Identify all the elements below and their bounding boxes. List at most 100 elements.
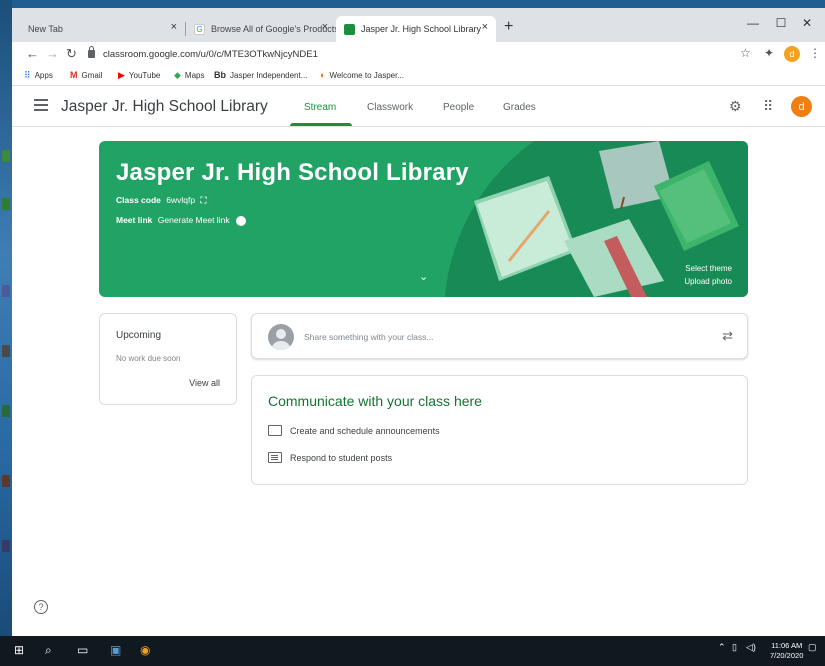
active-tab-indicator [290,123,352,126]
star-icon[interactable]: ☆ [740,46,751,60]
class-code-row: Class code 6wvlqfp ⛶ [116,195,206,206]
upload-photo-link[interactable]: Upload photo [684,277,732,286]
tab-label: Jasper Jr. High School Library [361,24,482,34]
system-clock[interactable]: 11:06 AM 7/20/2020 [770,641,803,661]
tab-strip: New Tab × G Browse All of Google's Produ… [12,8,825,42]
tab-label: New Tab [28,24,63,34]
chevron-down-icon[interactable]: ⌄ [419,270,428,283]
tab-new-tab[interactable]: New Tab × [20,16,185,42]
classroom-header: Jasper Jr. High School Library Stream Cl… [12,86,825,127]
lock-icon [88,46,95,58]
menu-dots-icon[interactable]: ⋮ [809,46,821,60]
jasper-logo-icon: ◐ [320,70,326,80]
url-text: classroom.google.com/u/0/c/MTE3OTkwNjcyN… [103,48,318,60]
select-theme-link[interactable]: Select theme [685,264,732,273]
extensions-icon[interactable]: ✦ [764,46,774,60]
windows-start-icon[interactable]: ⊞ [14,643,24,657]
notifications-icon[interactable]: ▢ [808,642,817,653]
share-placeholder[interactable]: Share something with your class... [304,332,433,342]
respond-row: Respond to student posts [268,452,392,463]
tab-stream[interactable]: Stream [304,102,336,113]
bookmark-label: Welcome to Jasper... [329,70,404,80]
settings-gear-icon[interactable]: ⚙ [729,98,742,115]
class-banner: Jasper Jr. High School Library Class cod… [99,141,748,297]
fullscreen-icon[interactable]: ⛶ [200,195,206,205]
comment-icon [268,425,282,436]
class-title[interactable]: Jasper Jr. High School Library [61,98,268,116]
windows-taskbar: ⊞ ⌕ ▭ ▣ ◉ ⌃ ▯ ◁) 11:06 AM 7/20/2020 ▢ [0,636,825,666]
bookmark-label: Apps [34,71,53,80]
respond-text: Respond to student posts [290,452,393,463]
tab-classwork[interactable]: Classwork [367,102,413,113]
communicate-card: Communicate with your class here Create … [251,375,748,485]
forward-arrow-icon[interactable]: → [46,46,59,61]
meet-link-label: Meet link [116,215,153,225]
user-avatar-icon [268,324,294,350]
bookmark-apps[interactable]: ⠿ Apps [24,70,53,81]
outlook-icon[interactable]: ▣ [110,643,121,657]
tab-label: Browse All of Google's Products [211,24,336,34]
address-bar[interactable]: classroom.google.com/u/0/c/MTE3OTkwNjcyN… [88,45,734,63]
apps-grid-icon: ⠿ [24,70,31,80]
desktop-icon[interactable] [2,475,10,487]
class-code-label: Class code [116,195,161,205]
chrome-icon[interactable]: ◉ [140,643,150,657]
clock-time: 11:06 AM [771,641,803,650]
desktop-icon[interactable] [2,405,10,417]
desktop-icon[interactable] [2,150,10,162]
desktop-icon[interactable] [2,345,10,357]
search-icon[interactable]: ⌕ [45,643,52,658]
volume-icon[interactable]: ◁) [746,642,756,653]
bookmark-label: Jasper Independent... [230,70,308,80]
bookmark-youtube[interactable]: ▶ YouTube [118,70,160,81]
upcoming-title: Upcoming [116,330,162,341]
desktop-icon[interactable] [2,198,10,210]
upcoming-card: Upcoming No work due soon View all [99,313,237,405]
main-menu-icon[interactable] [34,99,48,114]
bookmark-jasper-independent[interactable]: Bb Jasper Independent... [214,70,307,80]
share-box[interactable]: Share something with your class... ⇄ [251,313,748,359]
help-icon[interactable]: ? [34,600,48,614]
reload-icon[interactable]: ↻ [66,46,77,62]
browser-toolbar: ← → ↻ classroom.google.com/u/0/c/MTE3OTk… [12,42,825,66]
announcement-text: Create and schedule announcements [290,425,440,436]
back-arrow-icon[interactable]: ← [26,46,39,61]
bookmark-label: YouTube [128,71,161,80]
generate-meet-link[interactable]: Generate Meet link [158,215,230,225]
bookmark-label: Gmail [81,70,103,80]
task-view-icon[interactable]: ▭ [77,643,88,657]
bookmark-maps[interactable]: ◆ Maps [174,70,204,81]
tab-people[interactable]: People [443,102,474,113]
blackboard-icon: Bb [214,70,226,80]
view-all-link[interactable]: View all [189,378,220,388]
info-icon[interactable] [235,215,246,226]
desktop-background [0,0,12,636]
close-icon[interactable]: × [171,21,177,33]
clock-date: 7/20/2020 [770,651,804,660]
bookmark-welcome-jasper[interactable]: ◐ Welcome to Jasper... [320,70,404,80]
window-close-button[interactable]: ✕ [789,12,825,34]
tab-classroom[interactable]: Jasper Jr. High School Library × [336,16,496,42]
tab-grades[interactable]: Grades [503,102,536,113]
account-avatar[interactable]: d [791,96,812,117]
bookmark-gmail[interactable]: M Gmail [70,70,102,80]
close-icon[interactable]: × [322,21,328,33]
upcoming-subtitle: No work due soon [116,354,181,363]
youtube-icon: ▶ [118,70,125,80]
network-icon[interactable]: ▯ [732,642,737,653]
close-icon[interactable]: × [482,21,488,33]
bookmark-label: Maps [184,71,205,80]
browser-profile-avatar[interactable]: d [784,46,800,62]
google-icon: G [194,23,205,35]
new-tab-button[interactable]: + [504,18,513,36]
announcement-row: Create and schedule announcements [268,425,440,436]
apps-grid-icon[interactable]: ⠿ [763,98,773,115]
maps-icon: ◆ [174,70,181,80]
desktop-icon[interactable] [2,540,10,552]
class-code-value[interactable]: 6wvlqfp [166,195,195,205]
tab-google-products[interactable]: G Browse All of Google's Products × [186,16,336,42]
desktop-icon[interactable] [2,285,10,297]
repost-icon[interactable]: ⇄ [722,328,733,344]
tray-chevron-up-icon[interactable]: ⌃ [718,642,726,653]
gmail-icon: M [70,70,78,80]
